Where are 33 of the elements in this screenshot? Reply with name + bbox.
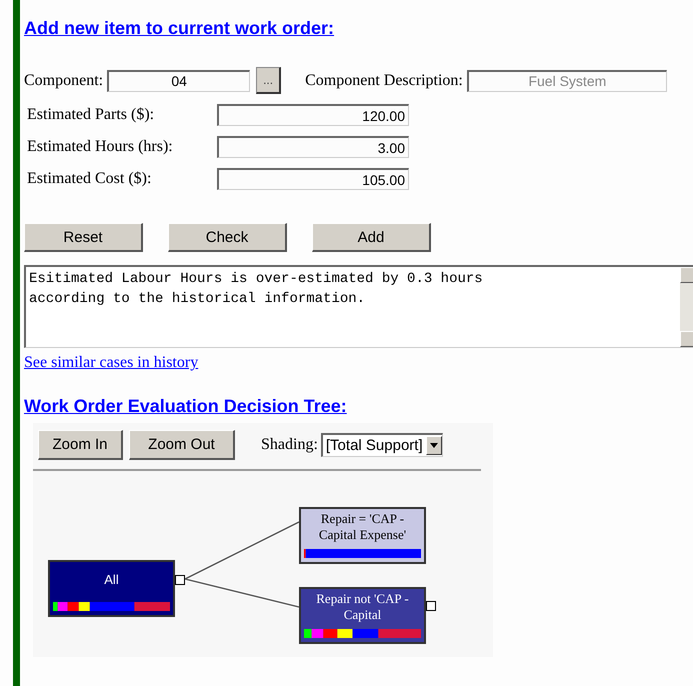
node-label: All bbox=[103, 572, 120, 588]
zoom-button[interactable]: Zoom Out bbox=[129, 430, 235, 460]
message-box[interactable]: Esitimated Labour Hours is over-estimated by 0.3 hours according to the historical information. bbox=[24, 265, 693, 348]
shading-dropdown[interactable]: [Total Support] bbox=[320, 433, 443, 457]
tree-node[interactable]: Repair = 'CAP - Capital Expense' bbox=[299, 507, 426, 564]
node-label: Repair = 'CAP - Capital Expense' bbox=[318, 511, 408, 543]
expand-handle[interactable] bbox=[426, 601, 436, 611]
field-label: Estimated Hours (hrs): bbox=[26, 138, 174, 156]
section-heading: Work Order Evaluation Decision Tree: bbox=[24, 396, 347, 417]
action-button[interactable]: Add bbox=[312, 223, 431, 252]
action-button[interactable]: Check bbox=[168, 223, 287, 252]
scroll-up-icon[interactable] bbox=[680, 267, 693, 283]
tree-node[interactable]: Repair not 'CAP - Capital bbox=[299, 587, 426, 644]
component-field[interactable]: 04 bbox=[107, 70, 250, 92]
number-field[interactable]: 120.00 bbox=[217, 104, 409, 126]
tree-node[interactable]: All bbox=[48, 560, 175, 617]
section-heading: Add new item to current work order: bbox=[24, 18, 334, 39]
field-label: Component Description: bbox=[305, 72, 463, 90]
shading-label: Shading: bbox=[261, 436, 318, 454]
browse-button[interactable]: ... bbox=[256, 67, 282, 94]
expand-handle[interactable] bbox=[175, 575, 185, 585]
node-label: Repair not 'CAP - Capital bbox=[315, 591, 410, 623]
field-label: Estimated Parts ($): bbox=[26, 106, 156, 124]
history-link[interactable]: See similar cases in history bbox=[24, 354, 198, 372]
number-field[interactable]: 3.00 bbox=[217, 136, 409, 158]
scroll-down-icon[interactable] bbox=[680, 331, 693, 347]
number-field[interactable]: 105.00 bbox=[217, 168, 409, 190]
field-label: Estimated Cost ($): bbox=[26, 170, 152, 188]
zoom-button[interactable]: Zoom In bbox=[38, 430, 123, 460]
message-text: Esitimated Labour Hours is over-estimated by 0.3 hours according to the historical information. bbox=[28, 270, 484, 309]
action-button[interactable]: Reset bbox=[24, 223, 143, 252]
field-label: Component: bbox=[24, 72, 104, 90]
scrollbar[interactable] bbox=[680, 267, 693, 347]
